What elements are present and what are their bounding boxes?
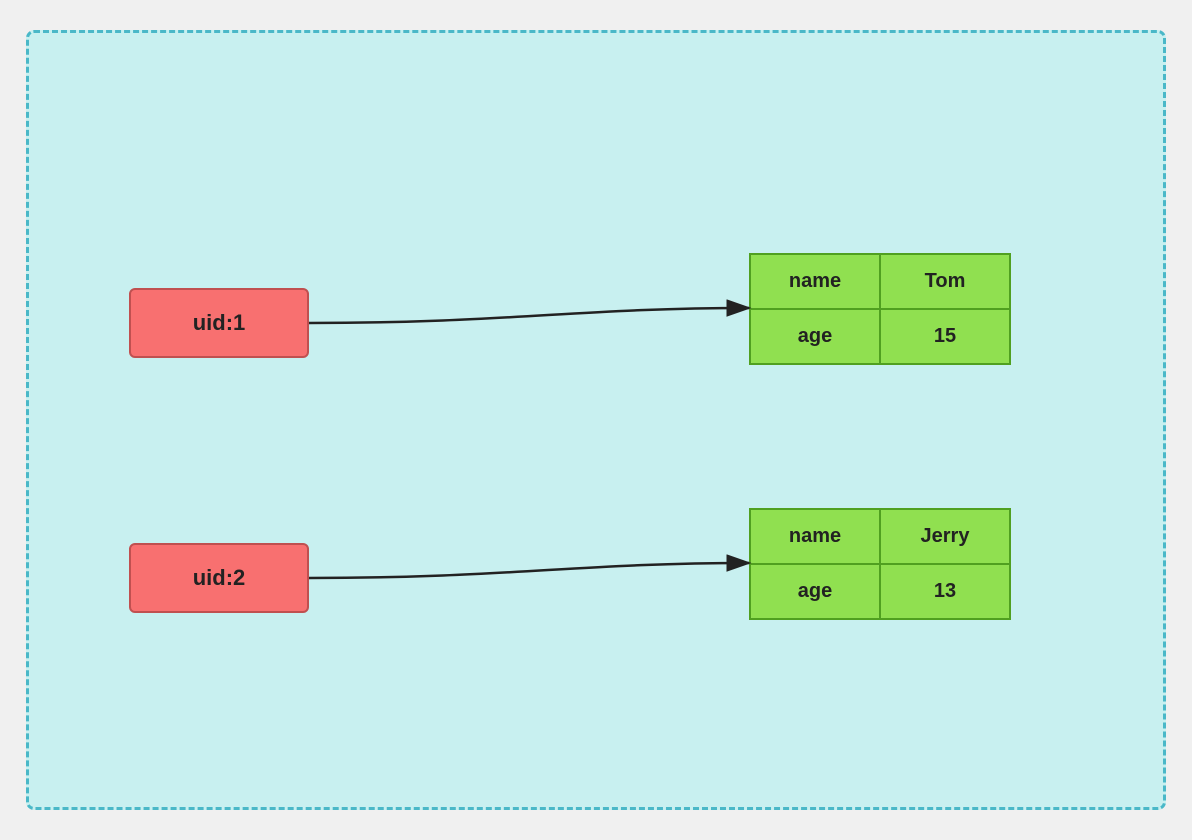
value-cell: Tom	[880, 254, 1010, 309]
data-table-1: name Tom age 15	[749, 253, 1011, 365]
table-row: age 13	[750, 564, 1010, 619]
uid1-box: uid:1	[129, 288, 309, 358]
table-row: name Tom	[750, 254, 1010, 309]
key-cell: name	[750, 509, 880, 564]
value-cell: 13	[880, 564, 1010, 619]
key-cell: name	[750, 254, 880, 309]
table-row: age 15	[750, 309, 1010, 364]
arrows-svg	[29, 33, 1163, 807]
key-cell: age	[750, 309, 880, 364]
diagram-canvas: uid:1 uid:2 name Tom age 15 name Jerry a…	[26, 30, 1166, 810]
uid1-label: uid:1	[193, 310, 246, 336]
data-table-2: name Jerry age 13	[749, 508, 1011, 620]
arrow-uid2-table2	[309, 563, 749, 578]
table-row: name Jerry	[750, 509, 1010, 564]
arrow-uid1-table1	[309, 308, 749, 323]
value-cell: 15	[880, 309, 1010, 364]
uid2-label: uid:2	[193, 565, 246, 591]
value-cell: Jerry	[880, 509, 1010, 564]
key-cell: age	[750, 564, 880, 619]
uid2-box: uid:2	[129, 543, 309, 613]
